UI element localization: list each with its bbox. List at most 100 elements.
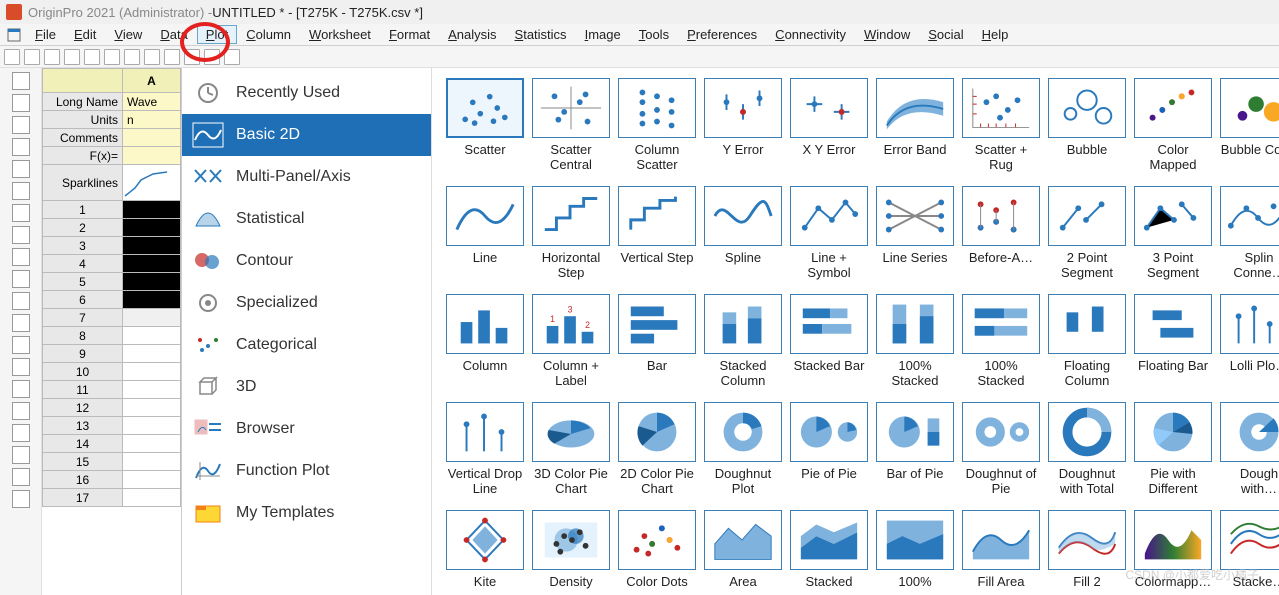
toolbar-button[interactable] [44,49,60,65]
cell[interactable] [123,237,181,255]
plot-type-piepie[interactable]: Pie of Pie [790,402,868,500]
tool-button[interactable] [12,424,30,442]
plot-type-barpie[interactable]: Bar of Pie [876,402,954,500]
tool-button[interactable] [12,226,30,244]
menu-worksheet[interactable]: Worksheet [300,25,380,44]
cell[interactable] [123,165,181,201]
plot-type-errband[interactable]: Error Band [876,78,954,176]
plot-type-colormap[interactable]: Color Mapped [1134,78,1212,176]
cell[interactable] [123,435,181,453]
tool-button[interactable] [12,160,30,178]
row-number[interactable]: 16 [43,471,123,489]
menu-connectivity[interactable]: Connectivity [766,25,855,44]
menu-file[interactable]: File [26,25,65,44]
category-multi-panel-axis[interactable]: Multi-Panel/Axis [182,156,431,198]
plot-type-scatterc[interactable]: Scatter Central [532,78,610,176]
tool-button[interactable] [12,446,30,464]
tool-button[interactable] [12,248,30,266]
row-number[interactable]: 10 [43,363,123,381]
plot-type-seg3[interactable]: 3 Point Segment [1134,186,1212,284]
toolbar-button[interactable] [164,49,180,65]
menu-social[interactable]: Social [919,25,972,44]
category-function-plot[interactable]: Function Plot [182,450,431,492]
plot-type-xyerror[interactable]: X Y Error [790,78,868,176]
category-contour[interactable]: Contour [182,240,431,282]
cell[interactable] [123,363,181,381]
plot-type-fill2[interactable]: Fill 2 [1048,510,1126,595]
cell[interactable] [123,309,181,327]
category-categorical[interactable]: Categorical [182,324,431,366]
cell[interactable] [123,471,181,489]
plot-type-splinec[interactable]: Splin Conne… [1220,186,1279,284]
cell[interactable] [123,291,181,309]
cell[interactable]: Wave [123,93,181,111]
row-number[interactable]: 11 [43,381,123,399]
plot-type-vdrop[interactable]: Vertical Drop Line [446,402,524,500]
plot-type-line[interactable]: Line [446,186,524,284]
tool-button[interactable] [12,468,30,486]
plot-type-hstep[interactable]: Horizontal Step [532,186,610,284]
plot-type-bubblec[interactable]: Bubble Col… [1220,78,1279,176]
row-number[interactable]: 5 [43,273,123,291]
cell[interactable] [123,399,181,417]
toolbar-button[interactable] [124,49,140,65]
toolbar-button[interactable] [144,49,160,65]
menu-window[interactable]: Window [855,25,919,44]
cell[interactable] [123,453,181,471]
tool-button[interactable] [12,204,30,222]
row-number[interactable]: 1 [43,201,123,219]
category-3d[interactable]: 3D [182,366,431,408]
row-number[interactable]: 12 [43,399,123,417]
toolbar-button[interactable] [84,49,100,65]
cell[interactable] [123,147,181,165]
plot-type-lineser[interactable]: Line Series [876,186,954,284]
plot-type-piediff[interactable]: Pie with Different [1134,402,1212,500]
cell[interactable] [123,201,181,219]
plot-type-lolli[interactable]: Lolli Plo… [1220,294,1279,392]
plot-type-bubble[interactable]: Bubble [1048,78,1126,176]
toolbar-button[interactable] [224,49,240,65]
menu-tools[interactable]: Tools [630,25,678,44]
plot-type-donuttot[interactable]: Doughnut with Total [1048,402,1126,500]
column-header[interactable]: A [123,69,181,93]
tool-button[interactable] [12,94,30,112]
row-number[interactable]: 9 [43,345,123,363]
cell[interactable] [123,327,181,345]
plot-type-seg2[interactable]: 2 Point Segment [1048,186,1126,284]
plot-type-scatterrug[interactable]: Scatter + Rug [962,78,1040,176]
plot-type-donut[interactable]: Doughnut Plot [704,402,782,500]
plot-type-pie3d[interactable]: 3D Color Pie Chart [532,402,610,500]
cell[interactable] [123,273,181,291]
tool-button[interactable] [12,490,30,508]
category-specialized[interactable]: Specialized [182,282,431,324]
row-number[interactable]: 15 [43,453,123,471]
cell[interactable] [123,381,181,399]
plot-type-bar[interactable]: Bar [618,294,696,392]
cell[interactable] [123,489,181,507]
category-statistical[interactable]: Statistical [182,198,431,240]
cell[interactable] [123,219,181,237]
toolbar-button[interactable] [184,49,200,65]
plot-type-area[interactable]: Area [704,510,782,595]
cell[interactable]: n [123,111,181,129]
menu-column[interactable]: Column [237,25,300,44]
plot-type-flcol[interactable]: Floating Column [1048,294,1126,392]
plot-type-area100[interactable]: 100% [876,510,954,595]
row-number[interactable]: 6 [43,291,123,309]
row-number[interactable]: 4 [43,255,123,273]
tool-button[interactable] [12,72,30,90]
tool-button[interactable] [12,358,30,376]
plot-type-scatter[interactable]: Scatter [446,78,524,176]
cell[interactable] [123,255,181,273]
plot-type-st100b[interactable]: 100% Stacked [962,294,1040,392]
menu-plot[interactable]: Plot [197,25,237,44]
tool-button[interactable] [12,270,30,288]
plot-type-linesym[interactable]: Line + Symbol [790,186,868,284]
tool-button[interactable] [12,380,30,398]
tool-button[interactable] [12,182,30,200]
plot-type-st100c[interactable]: 100% Stacked [876,294,954,392]
cell[interactable] [123,345,181,363]
worksheet[interactable]: A Long NameWaveUnitsnCommentsF(x)=Sparkl… [42,68,182,595]
tool-button[interactable] [12,402,30,420]
plot-type-pie2d[interactable]: 2D Color Pie Chart [618,402,696,500]
